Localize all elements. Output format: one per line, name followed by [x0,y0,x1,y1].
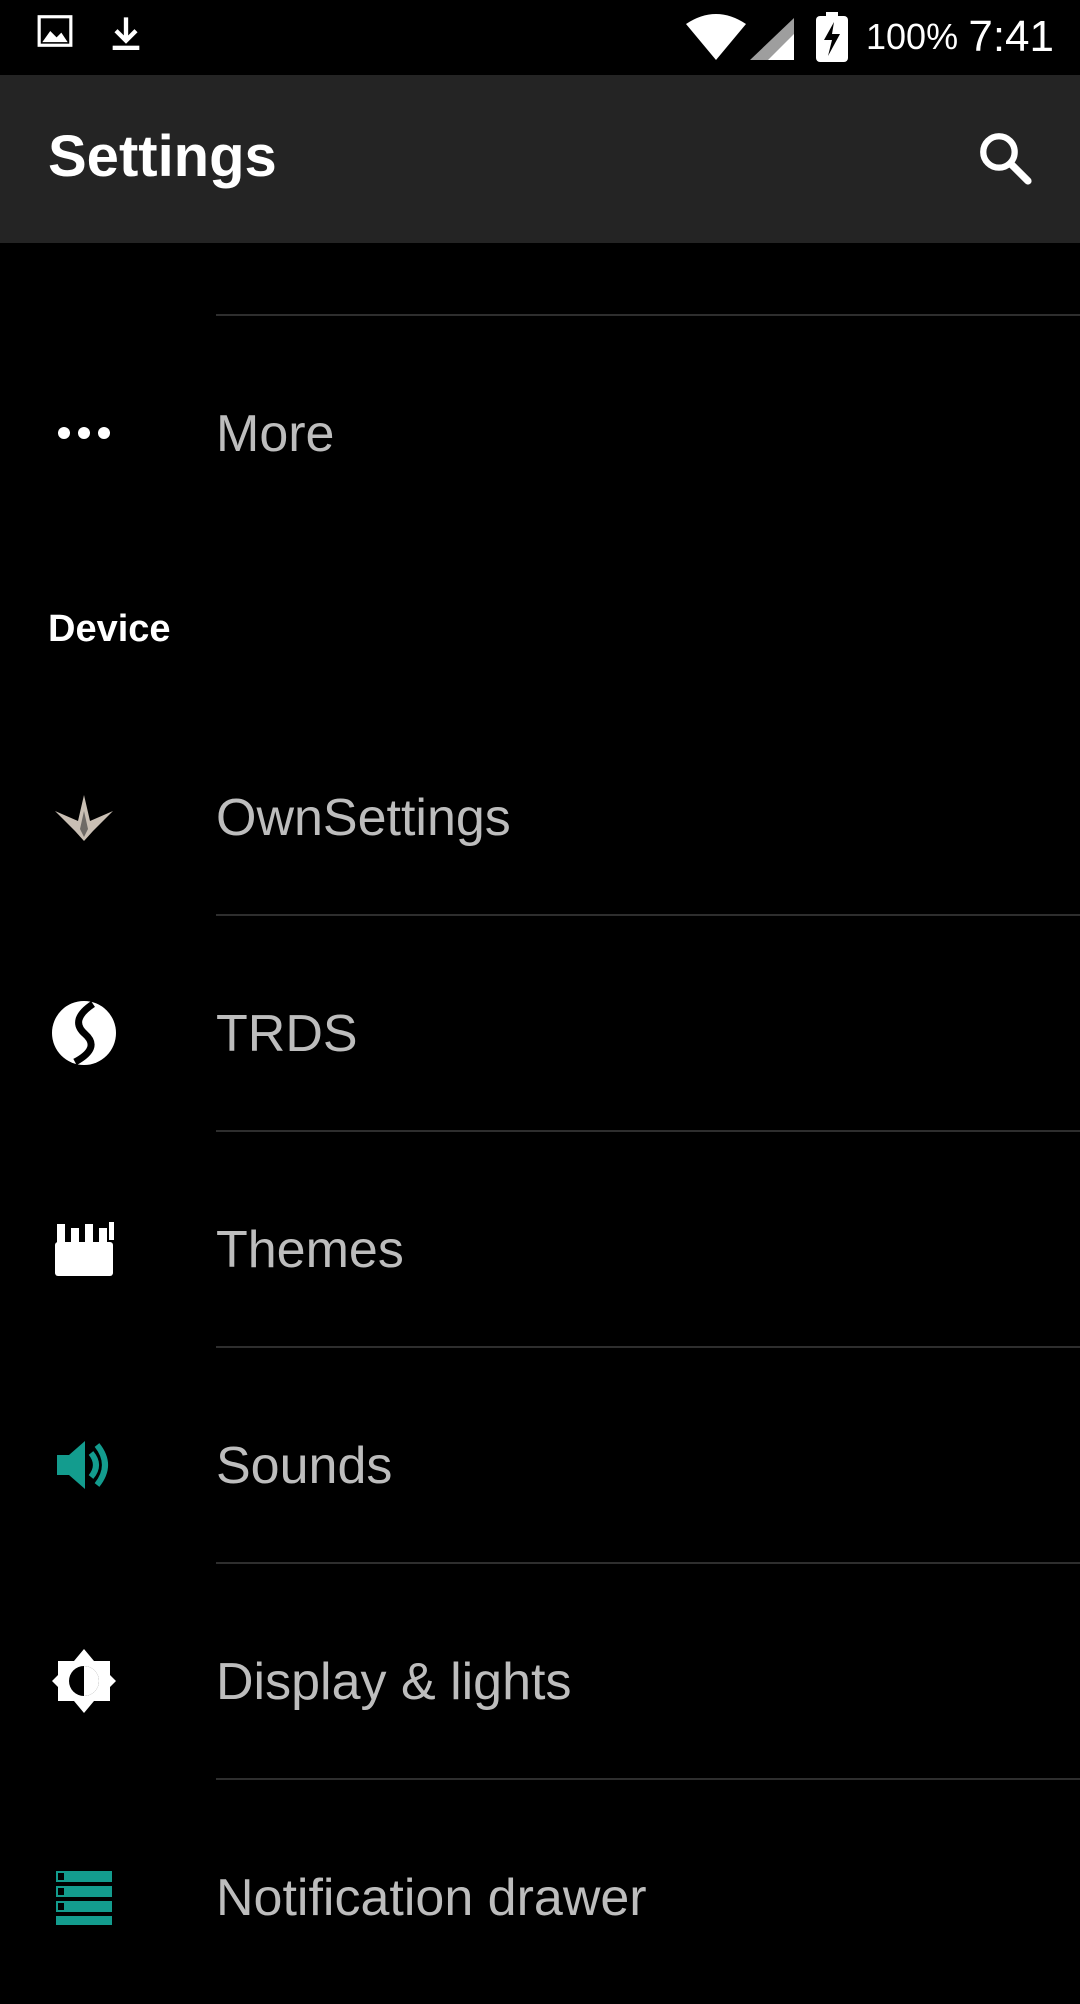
image-icon [36,12,74,55]
notification-drawer-icon [40,1853,128,1941]
settings-item-themes[interactable]: Themes [0,1142,1080,1356]
settings-item-notification-drawer[interactable]: Notification drawer [0,1790,1080,2004]
wifi-icon [686,14,746,65]
clock: 7:41 [968,12,1054,61]
divider [216,1130,1080,1132]
section-header-device: Device [48,608,171,650]
more-dots-icon [40,389,128,477]
settings-item-label: Display & lights [216,1653,572,1711]
search-button[interactable] [970,125,1040,195]
settings-item-label: OwnSettings [216,789,511,847]
settings-item-more[interactable]: More [0,326,1080,540]
divider [216,1346,1080,1348]
settings-item-sounds[interactable]: Sounds [0,1358,1080,1572]
settings-item-trds[interactable]: TRDS [0,926,1080,1140]
download-icon [106,12,146,61]
search-icon [976,129,1034,192]
settings-item-display-lights[interactable]: Display & lights [0,1574,1080,1788]
settings-item-label: Themes [216,1221,404,1279]
app-bar: Settings [0,75,1080,243]
themes-brush-icon [40,1205,128,1293]
settings-item-label: Notification drawer [216,1869,647,1927]
settings-item-label: Sounds [216,1437,393,1495]
trds-icon [40,989,128,1077]
settings-item-label: More [216,405,335,463]
settings-item-label: TRDS [216,1005,358,1063]
brightness-icon [40,1637,128,1725]
ownsettings-star-icon [40,773,128,861]
battery-charging-icon [816,12,848,67]
status-bar: 100% 7:41 [0,0,1080,75]
speaker-icon [40,1421,128,1509]
settings-item-ownsettings[interactable]: OwnSettings [0,710,1080,924]
signal-icon [750,18,794,65]
page-title: Settings [48,124,277,189]
battery-percentage: 100% [866,16,959,57]
divider [216,1778,1080,1780]
divider [216,314,1080,316]
divider [216,1562,1080,1564]
divider [216,914,1080,916]
